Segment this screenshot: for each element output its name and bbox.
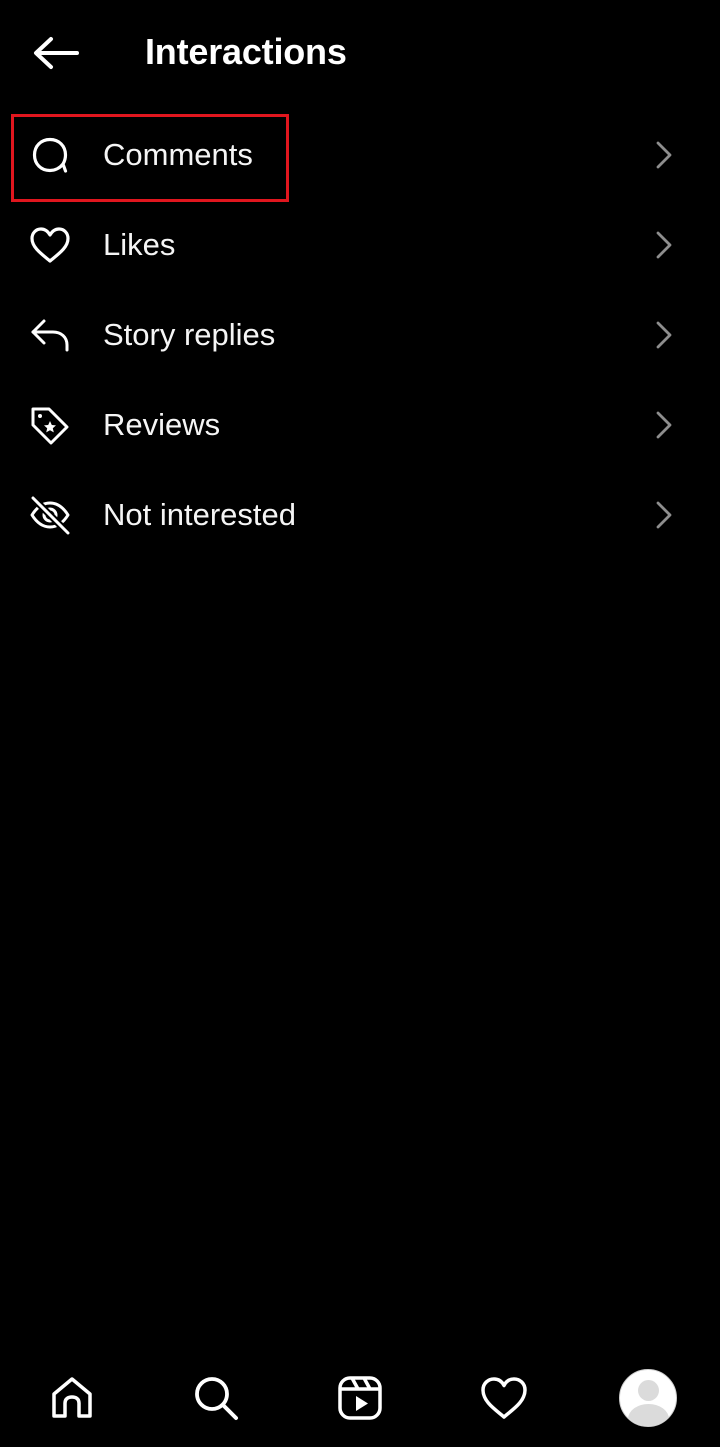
- heart-icon: [28, 225, 72, 265]
- arrow-left-icon: [34, 37, 79, 69]
- tab-profile[interactable]: [618, 1368, 678, 1428]
- search-icon: [195, 1377, 238, 1420]
- chevron-right-icon: [650, 409, 678, 441]
- menu-item-label: Reviews: [103, 407, 221, 442]
- menu-item-likes[interactable]: Likes: [0, 200, 720, 290]
- tab-reels[interactable]: [330, 1368, 390, 1428]
- tag-star-icon: [28, 405, 72, 445]
- bottom-tab-bar: [0, 1346, 720, 1447]
- profile-avatar: [619, 1369, 677, 1427]
- back-button[interactable]: [22, 26, 90, 80]
- menu-item-not-interested[interactable]: Not interested: [0, 470, 720, 560]
- comment-bubble-icon: [28, 135, 72, 175]
- page-title: Interactions: [145, 31, 347, 72]
- menu-item-label: Story replies: [103, 317, 276, 352]
- interactions-menu: Comments Likes Story replies Reviews Not…: [0, 110, 720, 560]
- menu-item-label: Comments: [103, 137, 253, 172]
- menu-item-story-replies[interactable]: Story replies: [0, 290, 720, 380]
- top-bar: Interactions: [0, 0, 720, 104]
- home-icon: [52, 1377, 92, 1418]
- tab-home[interactable]: [42, 1368, 102, 1428]
- tab-activity[interactable]: [474, 1368, 534, 1428]
- tab-search[interactable]: [186, 1368, 246, 1428]
- menu-item-label: Likes: [103, 227, 176, 262]
- reels-icon: [338, 1376, 382, 1420]
- chevron-right-icon: [650, 319, 678, 351]
- menu-item-comments[interactable]: Comments: [0, 110, 720, 200]
- reply-arrow-icon: [28, 315, 72, 355]
- heart-icon: [481, 1377, 527, 1419]
- menu-item-label: Not interested: [103, 497, 296, 532]
- chevron-right-icon: [650, 499, 678, 531]
- chevron-right-icon: [650, 139, 678, 171]
- chevron-right-icon: [650, 229, 678, 261]
- eye-slash-icon: [28, 495, 72, 535]
- menu-item-reviews[interactable]: Reviews: [0, 380, 720, 470]
